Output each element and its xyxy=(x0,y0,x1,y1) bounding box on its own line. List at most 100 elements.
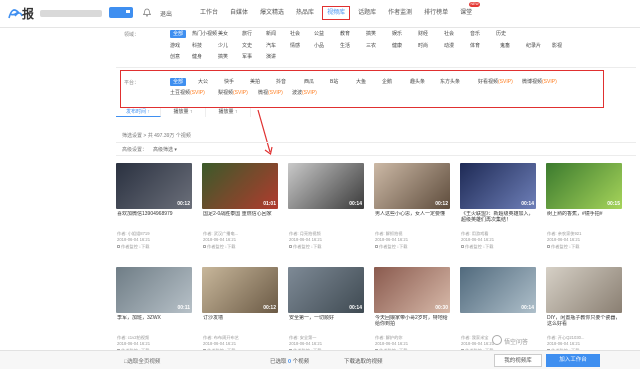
nav-item-videos[interactable]: 视频库 xyxy=(322,6,351,20)
video-title[interactable]: 安全第一，一切顺好 xyxy=(289,315,363,327)
category-option[interactable]: 音乐 xyxy=(470,30,480,38)
category-option[interactable]: 影视 xyxy=(552,42,562,50)
category-option[interactable]: 健康 xyxy=(392,42,402,50)
video-thumbnail[interactable]: 00:12 xyxy=(374,163,450,209)
category-option[interactable]: 情感 xyxy=(290,42,300,50)
video-title[interactable] xyxy=(289,211,363,223)
select-page-checkbox[interactable]: □选取全页视频 xyxy=(124,357,160,365)
video-card[interactable]: 00:12 男人这些小心思，女人一定要懂 作者: 解抓拍视 2018-06-04 16… xyxy=(374,163,450,255)
category-option[interactable]: 搞笑 xyxy=(366,30,376,38)
video-card[interactable]: 00:14 《王火联盟》：新超级英雄加入，超级英雄们再次集结！ 作者: 用游戏看 20… xyxy=(460,163,536,255)
video-author[interactable]: 作者: 武汉广播电... xyxy=(203,231,278,236)
category-option[interactable]: 时尚 xyxy=(418,42,428,50)
category-option[interactable]: 健身 xyxy=(192,53,202,61)
add-to-workbench-button[interactable]: 加入工作台 xyxy=(546,354,600,367)
category-option[interactable]: 创意 xyxy=(170,53,180,61)
video-author[interactable]: 作者: 小姐姐8719 xyxy=(117,231,192,236)
select-checkbox[interactable] xyxy=(375,245,378,249)
video-card[interactable]: 01:01 国足2-0战胜泰国 重燃信心回家 作者: 武汉广播电... 2018-06… xyxy=(202,163,278,255)
category-option[interactable]: 生活 xyxy=(340,42,350,50)
video-actions[interactable]: 作者监控 ↓下载 xyxy=(461,244,493,250)
category-option[interactable]: 社会 xyxy=(444,30,454,38)
category-option[interactable]: 教育 xyxy=(340,30,350,38)
video-title[interactable]: DIY，闲置瓶子教你只要个瓷器，这么好看 xyxy=(547,315,621,327)
nav-item-topics[interactable]: 话题库 xyxy=(354,0,380,28)
category-option[interactable]: 鬼畜 xyxy=(500,42,510,50)
account-badge[interactable] xyxy=(109,7,133,18)
video-author[interactable]: 作者: 布布周开布艺 xyxy=(203,335,278,340)
video-card[interactable]: 00:11 李军，加班，3ZWX 作者: c1v2拍视频 2018-06-04 16:… xyxy=(116,267,192,359)
category-option[interactable]: 搞笑 xyxy=(218,53,228,61)
video-thumbnail[interactable]: 00:15 xyxy=(546,163,622,209)
download-selected-button[interactable]: 下载选取的视频 xyxy=(344,357,383,365)
video-actions[interactable]: 作者监控 ↓下载 xyxy=(117,244,149,250)
nav-item-articles[interactable]: 爆文精选 xyxy=(256,0,288,28)
select-checkbox[interactable] xyxy=(117,245,120,249)
nav-item-author-monitor[interactable]: 作者监测 xyxy=(384,0,416,28)
video-author[interactable]: 作者: 安全第一 xyxy=(289,335,364,340)
category-option[interactable]: 热门小视频 xyxy=(192,30,217,38)
advanced-filter-button[interactable]: 高级筛选 ▾ xyxy=(153,147,177,153)
category-option[interactable]: 汽车 xyxy=(266,42,276,50)
select-checkbox[interactable] xyxy=(547,245,550,249)
select-checkbox[interactable] xyxy=(461,245,464,249)
video-title[interactable]: 喜欢加微信13904968979 xyxy=(117,211,191,223)
category-option[interactable]: 演讲 xyxy=(266,53,276,61)
video-thumbnail[interactable]: 00:14 xyxy=(460,163,536,209)
video-title[interactable] xyxy=(461,315,535,327)
category-option[interactable]: 小品 xyxy=(314,42,324,50)
bell-icon[interactable] xyxy=(143,8,151,17)
nav-item-rankings[interactable]: 排行榜单 xyxy=(420,0,452,28)
video-card[interactable]: 00:12 喜欢加微信13904968979 作者: 小姐姐8719 2018-06-… xyxy=(116,163,192,255)
video-card[interactable]: 00:14 作者: 月亮拍视频 2018-06-04 16:21 作者监控 ↓下载 xyxy=(288,163,364,255)
video-title[interactable]: 订沙发墙 xyxy=(203,315,277,327)
video-thumbnail[interactable] xyxy=(546,267,622,313)
video-actions[interactable]: 作者监控 ↓下载 xyxy=(375,244,407,250)
nav-item-classroom[interactable]: 课堂 NEW xyxy=(456,0,481,28)
category-option[interactable]: 公益 xyxy=(314,30,324,38)
video-title[interactable]: 国足2-0战胜泰国 重燃信心回家 xyxy=(203,211,277,223)
video-title[interactable]: 今天回娘家带小哥2岁时，特地给给你到拍 xyxy=(375,315,449,327)
category-option[interactable]: 全部 xyxy=(170,30,187,38)
video-thumbnail[interactable]: 01:01 xyxy=(202,163,278,209)
category-option[interactable]: 少儿 xyxy=(218,42,228,50)
video-thumbnail[interactable]: 00:14 xyxy=(288,267,364,313)
nav-item-products[interactable]: 热品库 xyxy=(292,0,318,28)
video-thumbnail[interactable]: 00:12 xyxy=(202,267,278,313)
category-option[interactable]: 历史 xyxy=(496,30,506,38)
video-card[interactable]: 00:14安全第一，一切顺好作者: 安全第一2018-06-04 16:21作者… xyxy=(288,267,364,359)
video-title[interactable]: 男人这些小心思，女人一定要懂 xyxy=(375,211,449,223)
video-actions[interactable]: 作者监控 ↓下载 xyxy=(547,244,579,250)
sort-tab-publish-time[interactable]: 发布时间 ↑ xyxy=(116,108,161,117)
video-title[interactable]: 树上熟的香蕉，#镜手拍# xyxy=(547,211,621,223)
video-thumbnail[interactable]: 00:14 xyxy=(288,163,364,209)
sort-tab-plays[interactable]: 播放量 ↑ xyxy=(161,108,206,117)
category-option[interactable]: 社会 xyxy=(290,30,300,38)
sort-tab-plays-2[interactable]: 播放量 ↑ xyxy=(206,108,251,117)
category-option[interactable]: 娱乐 xyxy=(392,30,402,38)
video-author[interactable]: 作者: c1v2拍视频 xyxy=(117,335,192,340)
nav-item-workbench[interactable]: 工作台 xyxy=(196,0,222,28)
category-option[interactable]: 军事 xyxy=(242,53,252,61)
category-option[interactable]: 纪录片 xyxy=(526,42,541,50)
select-checkbox[interactable] xyxy=(289,245,292,249)
nav-item-media[interactable]: 自媒体 xyxy=(226,0,252,28)
category-option[interactable]: 新闻 xyxy=(266,30,276,38)
video-thumbnail[interactable]: 00:14 xyxy=(460,267,536,313)
category-option[interactable]: 游戏 xyxy=(170,42,180,50)
video-thumbnail[interactable]: 00:11 xyxy=(116,267,192,313)
video-card[interactable]: 00:30 今天回娘家带小哥2岁时，特地给给你到拍 作者: 解护的你 2018-06-… xyxy=(374,267,450,359)
category-option[interactable]: 三农 xyxy=(366,42,376,50)
video-author[interactable]: 作者: 解护的你 xyxy=(375,335,450,340)
video-author[interactable]: 作者: 开心Q21030... xyxy=(547,335,622,340)
video-actions[interactable]: 作者监控 ↓下载 xyxy=(203,244,235,250)
video-title[interactable]: 李军，加班，3ZWX xyxy=(117,315,191,327)
video-author[interactable]: 作者: 用游戏看 xyxy=(461,231,536,236)
video-author[interactable]: 作者: 月亮拍视频 xyxy=(289,231,364,236)
video-actions[interactable]: 作者监控 ↓下载 xyxy=(289,244,321,250)
category-option[interactable]: 美女 xyxy=(218,30,228,38)
category-option[interactable]: 体育 xyxy=(470,42,480,50)
video-thumbnail[interactable]: 00:12 xyxy=(116,163,192,209)
category-option[interactable]: 旅行 xyxy=(242,30,252,38)
video-title[interactable]: 《王火联盟》：新超级英雄加入，超级英雄们再次集结！ xyxy=(461,211,535,223)
